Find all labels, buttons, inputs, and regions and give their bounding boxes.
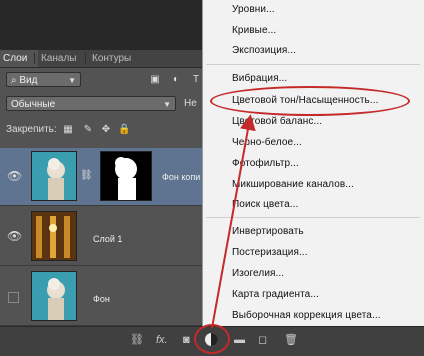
menu-item-posterize[interactable]: Постеризация... xyxy=(232,247,308,258)
eye-icon[interactable]: 👁 xyxy=(7,170,22,182)
visibility-toggle[interactable] xyxy=(8,292,19,303)
tab-paths[interactable]: Контуры xyxy=(89,50,134,67)
mask-thumbnail[interactable] xyxy=(100,151,152,201)
menu-item-gradient-map[interactable]: Карта градиента... xyxy=(232,289,319,300)
menu-item-levels[interactable]: Уровни... xyxy=(232,4,275,15)
lock-position-icon[interactable]: ✥ xyxy=(100,124,112,135)
adjustment-filter-icon[interactable]: ◐ xyxy=(170,74,182,85)
lock-label: Закрепить: xyxy=(6,124,57,135)
type-filter-icon[interactable]: T xyxy=(190,74,202,85)
layer-thumbnail xyxy=(31,211,77,261)
panel-tabs: Слои Каналы Контуры xyxy=(0,50,202,68)
fx-button[interactable]: fx. xyxy=(156,334,168,346)
tab-channels[interactable]: Каналы xyxy=(38,50,80,67)
layer-filter-value: Вид xyxy=(19,75,38,86)
opacity-label: Не xyxy=(184,98,197,109)
link-icon[interactable]: ⛓ xyxy=(80,170,93,181)
menu-item-vibrance[interactable]: Вибрация... xyxy=(232,73,287,84)
add-mask-icon[interactable]: ◙ xyxy=(183,334,190,346)
highlight-circle xyxy=(194,324,230,354)
new-group-icon[interactable]: ▬ xyxy=(234,334,245,346)
menu-item-exposure[interactable]: Экспозиция... xyxy=(232,45,296,56)
layer-row[interactable]: 👁 ⛓ Фон копи xyxy=(0,148,202,206)
menu-item-channel-mixer[interactable]: Микширование каналов... xyxy=(232,179,354,190)
menu-item-color-lookup[interactable]: Поиск цвета... xyxy=(232,199,298,210)
lock-brush-icon[interactable]: ✎ xyxy=(82,124,94,135)
link-layers-icon[interactable]: ⛓ xyxy=(130,334,144,346)
lock-all-icon[interactable]: 🔒 xyxy=(118,124,130,135)
menu-item-selective-color[interactable]: Выборочная коррекция цвета... xyxy=(232,310,381,321)
menu-item-color-balance[interactable]: Цветовой баланс... xyxy=(232,116,322,127)
layer-thumbnail xyxy=(31,151,77,201)
new-layer-icon[interactable]: ◻ xyxy=(258,334,267,346)
menu-separator xyxy=(206,217,420,218)
menu-item-black-white[interactable]: Черно-белое... xyxy=(232,137,302,148)
blend-mode-dropdown[interactable]: Обычные ▼ xyxy=(6,96,176,111)
layer-name[interactable]: Слой 1 xyxy=(93,234,122,244)
trash-icon[interactable]: 🗑 xyxy=(284,334,298,346)
pixel-filter-icon[interactable]: ▣ xyxy=(149,74,161,85)
menu-item-photo-filter[interactable]: Фотофильтр... xyxy=(232,158,299,169)
menu-separator xyxy=(206,64,420,65)
layer-row[interactable]: Фон xyxy=(0,268,202,326)
layer-name[interactable]: Фон копи xyxy=(162,172,200,182)
tab-layers[interactable]: Слои xyxy=(0,50,38,67)
layer-row[interactable]: 👁 Слой 1 xyxy=(0,208,202,266)
menu-item-curves[interactable]: Кривые... xyxy=(232,25,276,36)
lock-transparent-icon[interactable]: ▦ xyxy=(62,124,74,135)
layer-thumbnail xyxy=(31,271,77,321)
chevron-down-icon: ▼ xyxy=(68,76,76,85)
layer-filter-dropdown[interactable]: ⌕ Вид ▼ xyxy=(6,72,81,87)
eye-icon[interactable]: 👁 xyxy=(7,230,22,242)
chevron-down-icon: ▼ xyxy=(163,100,171,109)
menu-item-threshold[interactable]: Изогелия... xyxy=(232,268,284,279)
highlight-ellipse xyxy=(210,86,410,116)
menu-item-invert[interactable]: Инвертировать xyxy=(232,226,304,237)
layer-name[interactable]: Фон xyxy=(93,294,110,304)
blend-mode-value: Обычные xyxy=(11,99,56,110)
